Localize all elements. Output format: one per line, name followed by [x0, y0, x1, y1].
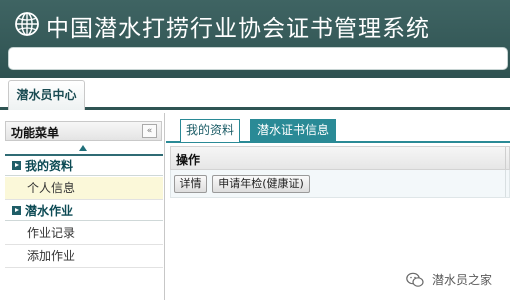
- sidebar-item-work-records[interactable]: 作业记录: [5, 222, 163, 245]
- sub-tab-bar: 我的资料 潜水证书信息: [166, 113, 510, 143]
- tab-diving-certificate[interactable]: 潜水证书信息: [250, 119, 336, 142]
- sidebar: 功能菜单 « 我的资料 个人信息 潜水作业 作业记录 添加作业: [0, 113, 165, 300]
- sidebar-item-personal-info[interactable]: 个人信息: [5, 177, 163, 200]
- app-header: 中国潜水打捞行业协会证书管理系统: [0, 0, 510, 78]
- sidebar-group-label: 我的资料: [25, 159, 74, 173]
- sidebar-title: 功能菜单: [11, 126, 60, 140]
- table-row: 详情 申请年检(健康证): [170, 170, 510, 198]
- watermark-text: 潜水员之家: [432, 273, 493, 287]
- tab-diver-center[interactable]: 潜水员中心: [8, 80, 85, 110]
- collapse-sidebar-button[interactable]: «: [142, 124, 157, 138]
- scroll-up-icon[interactable]: [79, 145, 87, 151]
- tab-my-profile[interactable]: 我的资料: [180, 119, 240, 142]
- column-divider: [505, 170, 506, 197]
- sidebar-header: 功能菜单 «: [5, 121, 162, 141]
- sidebar-group-my-profile[interactable]: 我的资料: [5, 156, 163, 176]
- apply-annual-inspection-button[interactable]: 申请年检(健康证): [212, 175, 310, 193]
- group-toggle-icon: [12, 206, 21, 215]
- column-header-actions: 操作: [176, 153, 201, 167]
- group-toggle-icon: [12, 161, 21, 170]
- sidebar-group-label: 潜水作业: [25, 204, 74, 218]
- column-divider: [505, 147, 506, 169]
- globe-icon: [15, 12, 39, 36]
- header-bar: [8, 47, 508, 70]
- top-tab-strip: 潜水员中心: [0, 78, 510, 110]
- sidebar-group-diving-work[interactable]: 潜水作业: [5, 201, 163, 221]
- app-title: 中国潜水打捞行业协会证书管理系统: [46, 16, 430, 42]
- sidebar-item-add-work[interactable]: 添加作业: [5, 245, 163, 268]
- chat-bubbles-icon: [406, 272, 424, 287]
- table-header: 操作: [170, 146, 510, 170]
- details-button[interactable]: 详情: [174, 175, 207, 193]
